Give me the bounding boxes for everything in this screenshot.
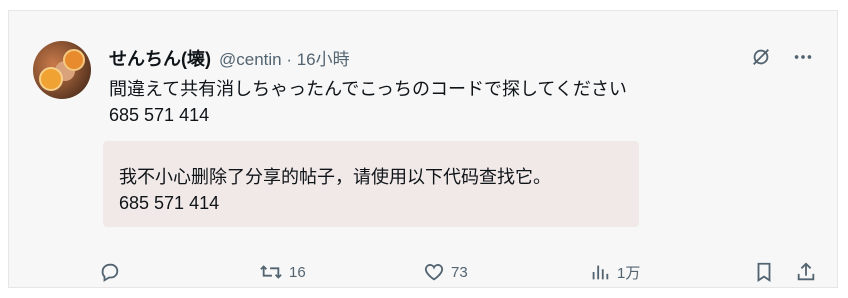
translated-quote: 我不小心删除了分享的帖子，请使用以下代码查找它。 685 571 414 — [103, 141, 639, 227]
like-count: 73 — [451, 263, 468, 281]
post-text-line: 間違えて共有消しちゃったんでこっちのコードで探してください — [109, 79, 627, 99]
more-icon[interactable] — [791, 45, 815, 69]
quote-text-code: 685 571 414 — [119, 193, 220, 213]
author-handle-time[interactable]: @centin · 16小時 — [219, 45, 350, 70]
avatar[interactable] — [33, 41, 91, 99]
action-bar: 16 73 1万 — [9, 261, 839, 289]
repost-count: 16 — [289, 263, 306, 281]
bookmark-icon — [753, 261, 775, 283]
reply-icon — [99, 261, 121, 283]
avatar-orange-slice — [63, 49, 85, 71]
post-top-actions — [749, 45, 815, 69]
views-count: 1万 — [617, 264, 641, 282]
repost-button[interactable]: 16 — [259, 261, 306, 283]
reply-button[interactable] — [99, 261, 127, 283]
avatar-orange-slice — [39, 67, 63, 91]
author-name[interactable]: せんちん(壊) — [109, 45, 211, 71]
post-text-code: 685 571 414 — [109, 105, 210, 125]
like-icon — [423, 261, 445, 283]
share-icon — [795, 261, 817, 283]
repost-icon — [259, 261, 283, 283]
grok-icon[interactable] — [749, 45, 773, 69]
bookmark-button[interactable] — [753, 261, 775, 283]
like-button[interactable]: 73 — [423, 261, 468, 283]
post-card[interactable]: せんちん(壊) @centin · 16小時 間違えて共有消しちゃったんでこっち… — [8, 10, 838, 288]
views-icon — [589, 261, 611, 283]
share-button[interactable] — [795, 261, 817, 283]
views-button[interactable]: 1万 — [589, 261, 640, 283]
quote-text-line: 我不小心删除了分享的帖子，请使用以下代码查找它。 — [119, 167, 551, 187]
post-header: せんちん(壊) @centin · 16小時 — [109, 45, 350, 71]
